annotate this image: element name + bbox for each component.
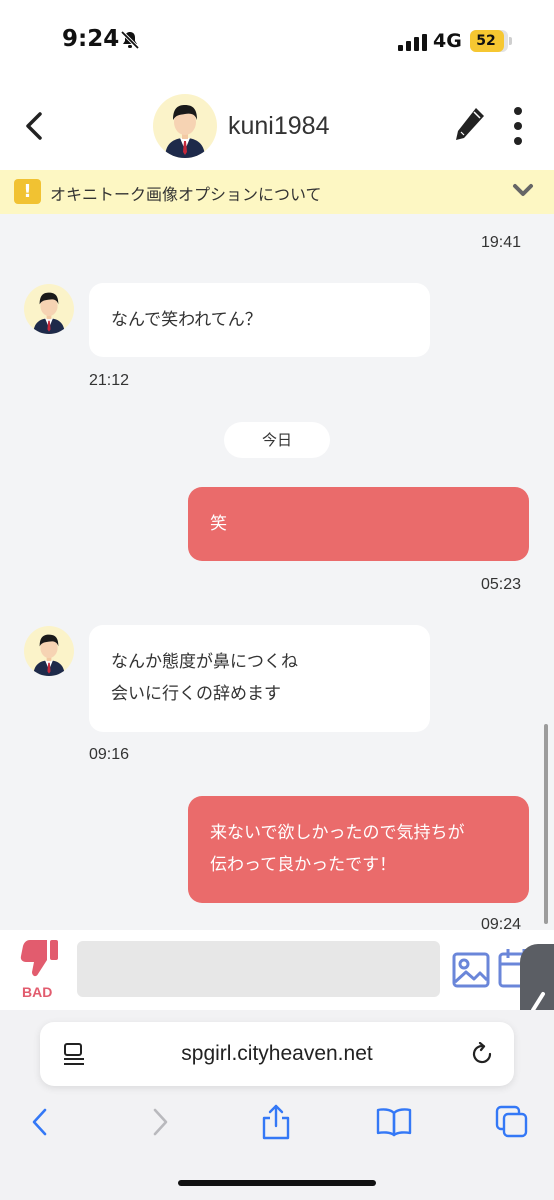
message-timestamp: 09:16 <box>89 746 130 763</box>
message-bubble-incoming[interactable]: なんで笑われてん？ <box>89 283 430 357</box>
back-chevron-icon <box>26 112 42 140</box>
message-bubble-outgoing[interactable]: 笑 <box>188 487 529 561</box>
book-icon <box>376 1108 412 1137</box>
browser-back-button[interactable] <box>20 1102 60 1142</box>
message-timestamp: 09:24 <box>481 916 522 930</box>
back-chevron-icon <box>32 1108 47 1136</box>
message-input-bar: BAD <box>0 930 554 1010</box>
tabs-button[interactable] <box>492 1102 532 1142</box>
message-text-line: 笑 <box>210 514 227 534</box>
bad-label: BAD <box>22 984 53 1000</box>
browser-chrome: spgirl.cityheaven.net <box>0 1010 554 1200</box>
forward-chevron-icon <box>153 1108 168 1136</box>
signal-icon <box>398 34 427 51</box>
sender-avatar[interactable] <box>24 626 74 676</box>
message-bubble-outgoing[interactable]: 来ないで欲しかったので気持ちが 伝わって良かったです！ <box>188 796 529 903</box>
bad-button[interactable]: BAD <box>18 938 62 1000</box>
battery-percent: 52 <box>476 33 496 49</box>
thumbs-down-icon <box>20 940 58 977</box>
avatar-icon <box>165 105 205 158</box>
message-bubble-incoming[interactable]: なんか態度が鼻につくね 会いに行くの辞めます <box>89 625 430 732</box>
header-avatar[interactable] <box>153 94 217 158</box>
exclamation-icon: ! <box>14 179 41 204</box>
chat-partner-name: kuni1984 <box>228 112 330 140</box>
bell-slash-icon <box>120 30 140 50</box>
back-button[interactable] <box>16 106 52 146</box>
more-vertical-icon <box>514 107 522 145</box>
network-type: 4G <box>433 30 462 52</box>
message-timestamp: 05:23 <box>481 576 522 593</box>
browser-forward-button[interactable] <box>140 1102 180 1142</box>
edit-button[interactable] <box>452 104 488 144</box>
reload-icon[interactable] <box>470 1042 494 1066</box>
share-button[interactable] <box>256 1102 296 1142</box>
message-list[interactable]: 19:41 なんで笑われてん？ 21:12 今日 笑 05:23 なんか態度が鼻… <box>0 214 554 930</box>
image-option-notice[interactable]: ! オキニトーク画像オプションについて <box>0 170 554 214</box>
message-timestamp: 21:12 <box>89 372 130 389</box>
message-text-line: 会いに行くの辞めます <box>111 684 281 704</box>
more-menu-button[interactable] <box>504 104 532 148</box>
chat-header: kuni1984 <box>0 82 554 170</box>
message-timestamp: 19:41 <box>481 234 522 251</box>
bookmarks-button[interactable] <box>374 1102 414 1142</box>
message-text-line: 来ないで欲しかったので気持ちが <box>210 823 465 843</box>
avatar-icon <box>33 292 65 334</box>
tabs-icon <box>495 1105 528 1138</box>
chevron-down-icon[interactable] <box>512 182 534 198</box>
message-text-line: なんで笑われてん？ <box>111 310 262 330</box>
date-divider: 今日 <box>224 422 330 458</box>
pencil-icon <box>456 108 484 140</box>
status-bar: 9:24 4G 52 <box>0 0 554 82</box>
avatar-icon <box>33 634 65 676</box>
image-icon[interactable] <box>452 952 490 988</box>
sender-avatar[interactable] <box>24 284 74 334</box>
status-time: 9:24 <box>62 26 120 52</box>
address-bar[interactable]: spgirl.cityheaven.net <box>40 1022 514 1086</box>
home-indicator <box>178 1180 376 1186</box>
scrollbar[interactable] <box>544 724 548 924</box>
message-input[interactable] <box>77 941 440 997</box>
notice-text: オキニトーク画像オプションについて <box>50 185 322 204</box>
message-text-line: なんか態度が鼻につくね <box>111 652 298 672</box>
url-text: spgirl.cityheaven.net <box>181 1042 373 1065</box>
message-text-line: 伝わって良かったです！ <box>210 855 397 875</box>
battery-icon: 52 <box>470 30 508 52</box>
share-icon <box>262 1104 290 1140</box>
